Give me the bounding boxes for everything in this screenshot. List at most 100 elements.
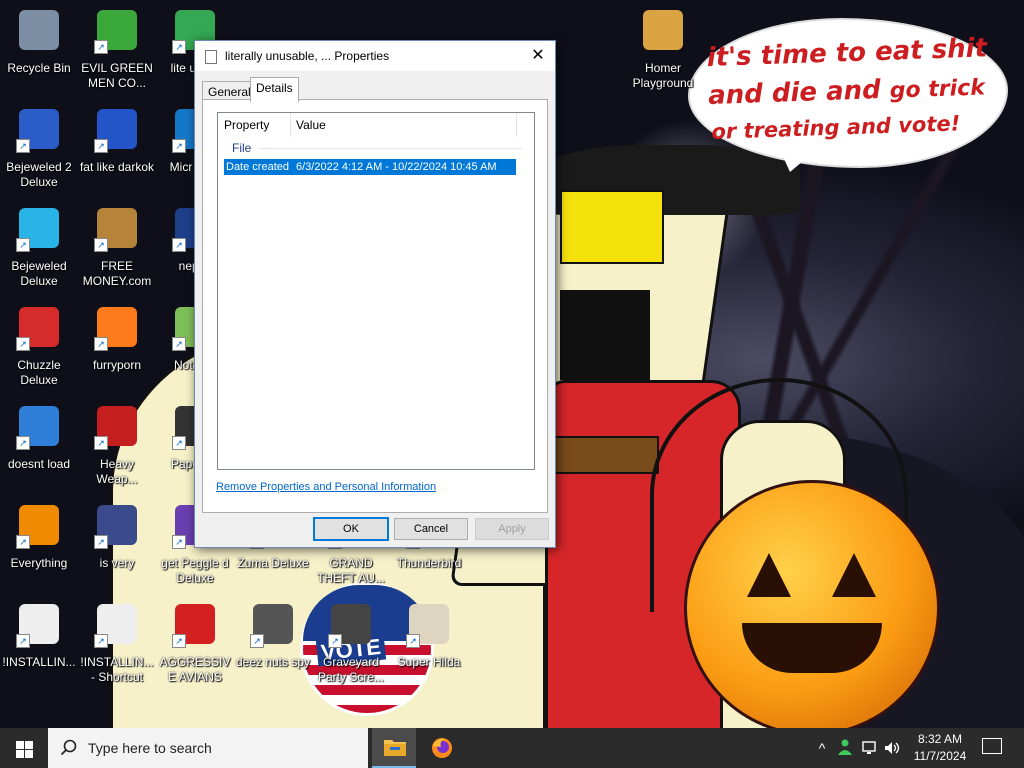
cancel-button[interactable]: Cancel — [394, 518, 468, 540]
pumpkin-eye-left — [747, 553, 791, 597]
desktop-icon[interactable]: ↗ Bejeweled 2 Deluxe — [0, 105, 78, 201]
taskbar-file-explorer[interactable] — [372, 728, 416, 768]
desktop-icon[interactable]: ↗ EVIL GREEN MEN CO... — [78, 6, 156, 102]
taskbar-firefox[interactable] — [420, 728, 464, 768]
close-button[interactable]: ✕ — [521, 41, 555, 71]
clock-time: 8:32 AM — [917, 732, 963, 746]
shortcut-arrow-icon: ↗ — [172, 535, 186, 549]
shortcut-arrow-icon: ↗ — [328, 634, 342, 648]
tray-chevron-icon[interactable]: ^ — [812, 728, 832, 768]
windows-logo-pane — [16, 741, 24, 749]
shortcut-arrow-icon: ↗ — [94, 139, 108, 153]
row-property: Date created — [226, 161, 289, 173]
wallpaper-character-mask — [560, 290, 650, 380]
desktop-icon-label: Chuzzle Deluxe — [17, 358, 61, 387]
desktop-icon-label: get Peggle d Deluxe — [161, 556, 229, 585]
desktop-icon[interactable]: ↗ deez nuts spy — [234, 600, 312, 696]
group-header-file: File — [232, 141, 252, 155]
desktop-icon[interactable]: ↗ fat like darkok — [78, 105, 156, 201]
properties-list[interactable]: Property Value File Date created 6/3/202… — [217, 112, 535, 470]
desktop-icon-label: Bejeweled 2 Deluxe — [6, 160, 72, 189]
bubble-line-2: and die and — [707, 74, 891, 112]
remove-properties-link[interactable]: Remove Properties and Personal Informati… — [216, 481, 436, 493]
column-header-property[interactable]: Property — [218, 113, 291, 137]
tab-details[interactable]: Details — [250, 77, 299, 102]
clock-date: 11/7/2024 — [913, 749, 967, 763]
desktop-icon-label: Everything — [10, 556, 68, 570]
search-input[interactable]: Type here to search — [48, 728, 368, 768]
desktop-icon-label: Zuma Deluxe — [237, 556, 309, 570]
desktop-icon-label: FREE MONEY.com — [82, 259, 152, 288]
properties-dialog: literally unusable, ... Properties ✕ Gen… — [194, 40, 556, 548]
volume-icon[interactable] — [884, 740, 900, 756]
details-panel: Property Value File Date created 6/3/202… — [202, 99, 548, 513]
desktop-icon[interactable]: ↗ doesnt load — [0, 402, 78, 498]
row-value: 6/3/2022 4:12 AM - 10/22/2024 10:45 AM — [296, 161, 497, 173]
start-button[interactable] — [0, 728, 48, 768]
shortcut-arrow-icon: ↗ — [16, 337, 30, 351]
desktop-icon-label: Graveyard Party Scre... — [317, 655, 385, 684]
speech-bubble-tail — [780, 150, 816, 172]
column-header-value[interactable]: Value — [290, 113, 517, 137]
desktop-icon-label: fat like darkok — [79, 160, 155, 174]
taskbar: Type here to search ^ 8:32 AM 11/7/2024 — [0, 728, 1024, 768]
desktop-icon-label: GRAND THEFT AU... — [317, 556, 385, 585]
desktop-icon-label: AGGRESSIVE AVIANS — [159, 655, 231, 684]
speech-bubble-text: it's time to eat shit and die and go tri… — [706, 29, 1000, 147]
desktop-icon[interactable]: ↗ !INSTALLIN... — [0, 600, 78, 696]
shortcut-arrow-icon: ↗ — [94, 634, 108, 648]
desktop-icon-label: Bejeweled Deluxe — [11, 259, 67, 288]
pumpkin-icon — [684, 480, 940, 728]
people-icon[interactable] — [838, 738, 856, 756]
windows-logo-pane — [16, 750, 24, 758]
desktop-icon[interactable]: Recycle Bin — [0, 6, 78, 102]
desktop-icon[interactable]: ↗ Heavy Weap... — [78, 402, 156, 498]
wallpaper-character-belt — [545, 436, 659, 474]
group-divider — [260, 148, 522, 149]
desktop-icon[interactable]: ↗ Super Hilda — [390, 600, 468, 696]
shortcut-arrow-icon: ↗ — [172, 238, 186, 252]
desktop-icon-label: Homer Playground — [632, 61, 694, 90]
desktop-icon[interactable]: ↗ Everything — [0, 501, 78, 597]
desktop-icon[interactable]: ↗ Graveyard Party Scre... — [312, 600, 390, 696]
network-icon[interactable] — [862, 740, 880, 756]
shortcut-arrow-icon: ↗ — [16, 238, 30, 252]
shortcut-arrow-icon: ↗ — [172, 436, 186, 450]
desktop-icon-label: !INSTALLIN... - Shortcut — [80, 655, 154, 684]
desktop-icon[interactable]: ↗ Chuzzle Deluxe — [0, 303, 78, 399]
shortcut-arrow-icon: ↗ — [172, 139, 186, 153]
pumpkin-mouth — [742, 623, 882, 673]
desktop-icon[interactable]: ↗ is very — [78, 501, 156, 597]
desktop-icon[interactable]: ↗ Bejeweled Deluxe — [0, 204, 78, 300]
desktop-icon-label: deez nuts spy — [235, 655, 311, 669]
desktop-icon-label: Super Hilda — [397, 655, 461, 669]
shortcut-arrow-icon: ↗ — [94, 40, 108, 54]
shortcut-arrow-icon: ↗ — [16, 139, 30, 153]
clock[interactable]: 8:32 AM 11/7/2024 — [905, 731, 975, 765]
dialog-titlebar[interactable]: literally unusable, ... Properties ✕ — [195, 41, 555, 71]
ok-button[interactable]: OK — [313, 517, 389, 541]
bubble-line-2-small: go trick — [889, 75, 986, 104]
shortcut-arrow-icon: ↗ — [16, 634, 30, 648]
notification-center-icon[interactable] — [982, 738, 1002, 754]
desktop-icon-label: EVIL GREEN MEN CO... — [81, 61, 153, 90]
desktop-icon-label: !INSTALLIN... — [2, 655, 76, 669]
desktop-icon[interactable]: ↗ !INSTALLIN... - Shortcut — [78, 600, 156, 696]
desktop-icon[interactable]: ↗ FREE MONEY.com — [78, 204, 156, 300]
desktop-icon-label: furryporn — [92, 358, 142, 372]
pumpkin-eye-right — [832, 553, 876, 597]
table-row[interactable]: Date created 6/3/2022 4:12 AM - 10/22/20… — [224, 159, 516, 175]
shortcut-arrow-icon: ↗ — [94, 337, 108, 351]
wallpaper-character-face — [560, 190, 664, 264]
desktop-icon[interactable]: ↗ furryporn — [78, 303, 156, 399]
recycle-bin-icon — [19, 10, 59, 50]
desktop-icon-label: Heavy Weap... — [96, 457, 138, 486]
search-placeholder: Type here to search — [88, 740, 212, 756]
desktop-icon[interactable]: ↗ AGGRESSIVE AVIANS — [156, 600, 234, 696]
folder-icon — [643, 10, 683, 50]
desktop-icon-label: doesnt load — [7, 457, 71, 471]
desktop-icon[interactable]: Homer Playground — [624, 6, 702, 102]
shortcut-arrow-icon: ↗ — [172, 40, 186, 54]
apply-button[interactable]: Apply — [475, 518, 549, 540]
shortcut-arrow-icon: ↗ — [172, 634, 186, 648]
